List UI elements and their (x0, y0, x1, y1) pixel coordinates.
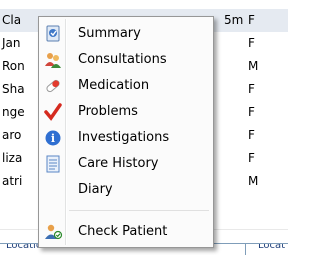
patient-name: Jan (2, 36, 21, 50)
consultations-icon (43, 51, 63, 69)
menu-item-consultations[interactable]: Consultations (41, 49, 211, 71)
investigations-icon: i (43, 129, 63, 147)
patient-sex: F (248, 128, 255, 142)
status-divider (245, 244, 246, 255)
menu-item-check-patient[interactable]: Check Patient (41, 221, 211, 243)
menu-separator (69, 210, 209, 211)
menu-item-label: Investigations (78, 130, 170, 145)
patient-sex: F (248, 105, 255, 119)
menu-item-diary[interactable]: Diary (41, 179, 211, 201)
patient-sex: F (248, 82, 255, 96)
status-location-right-text: Locat (258, 243, 286, 251)
menu-item-investigations[interactable]: i Investigations (41, 127, 211, 149)
patient-name: Ron (2, 59, 25, 73)
context-menu: Summary Consultations Medication Problem… (38, 16, 214, 248)
svg-text:i: i (51, 132, 55, 145)
menu-item-label: Check Patient (78, 224, 168, 239)
menu-item-medication[interactable]: Medication (41, 75, 211, 97)
patient-name: aro (2, 128, 22, 142)
patient-sex: M (248, 174, 259, 188)
menu-item-label: Diary (78, 182, 113, 197)
patient-name: nge (2, 105, 25, 119)
check-patient-icon (43, 223, 63, 241)
menu-item-label: Summary (78, 26, 141, 41)
patient-sex: F (248, 13, 255, 27)
care-history-icon (43, 155, 63, 173)
patient-name: atri (2, 174, 23, 188)
menu-item-summary[interactable]: Summary (41, 23, 211, 45)
patient-sex: M (248, 59, 259, 73)
menu-item-label: Care History (78, 156, 159, 171)
patient-name: liza (2, 151, 23, 165)
patient-name: Cla (2, 13, 22, 27)
summary-icon (43, 25, 63, 43)
menu-item-label: Problems (78, 104, 138, 119)
menu-item-label: Medication (78, 78, 150, 93)
patient-age: 5m (224, 13, 244, 27)
medication-icon (43, 77, 63, 95)
patient-sex: F (248, 151, 255, 165)
patient-sex: F (248, 36, 255, 50)
menu-item-label: Consultations (78, 52, 167, 67)
menu-item-care-history[interactable]: Care History (41, 153, 211, 175)
problems-icon (43, 103, 63, 121)
menu-item-problems[interactable]: Problems (41, 101, 211, 123)
patient-name: Sha (2, 82, 25, 96)
